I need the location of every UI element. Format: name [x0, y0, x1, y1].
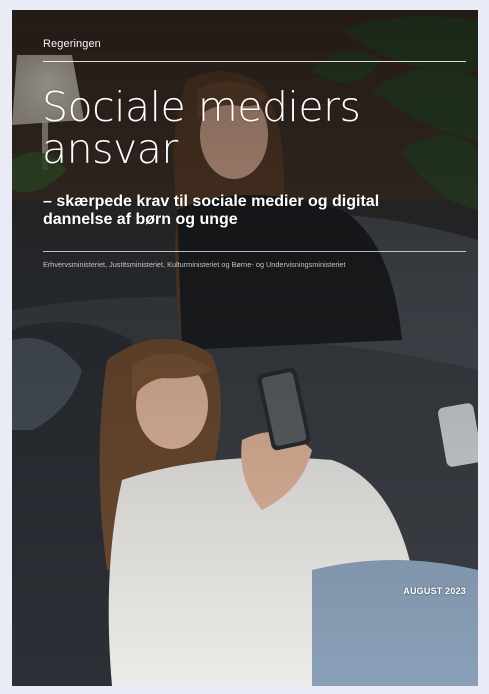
- report-cover: Regeringen Sociale mediers ansvar – skær…: [12, 10, 478, 686]
- document-title: Sociale mediers ansvar: [42, 86, 472, 170]
- publication-date: AUGUST 2023: [403, 586, 466, 596]
- document-viewer-frame: Regeringen Sociale mediers ansvar – skær…: [0, 0, 489, 694]
- top-divider: [43, 61, 466, 62]
- subtitle-line-1: – skærpede krav til sociale medier og di…: [43, 193, 380, 210]
- subtitle-line-2: dannelse af børn og unge: [43, 211, 238, 228]
- publisher-label: Regeringen: [43, 38, 101, 50]
- middle-divider: [43, 251, 466, 252]
- ministries-line: Erhvervsministeriet, Justitsministeriet,…: [43, 260, 346, 269]
- title-line-2: ansvar: [42, 125, 178, 173]
- document-subtitle: – skærpede krav til sociale medier og di…: [43, 193, 453, 229]
- title-line-1: Sociale mediers: [42, 83, 361, 131]
